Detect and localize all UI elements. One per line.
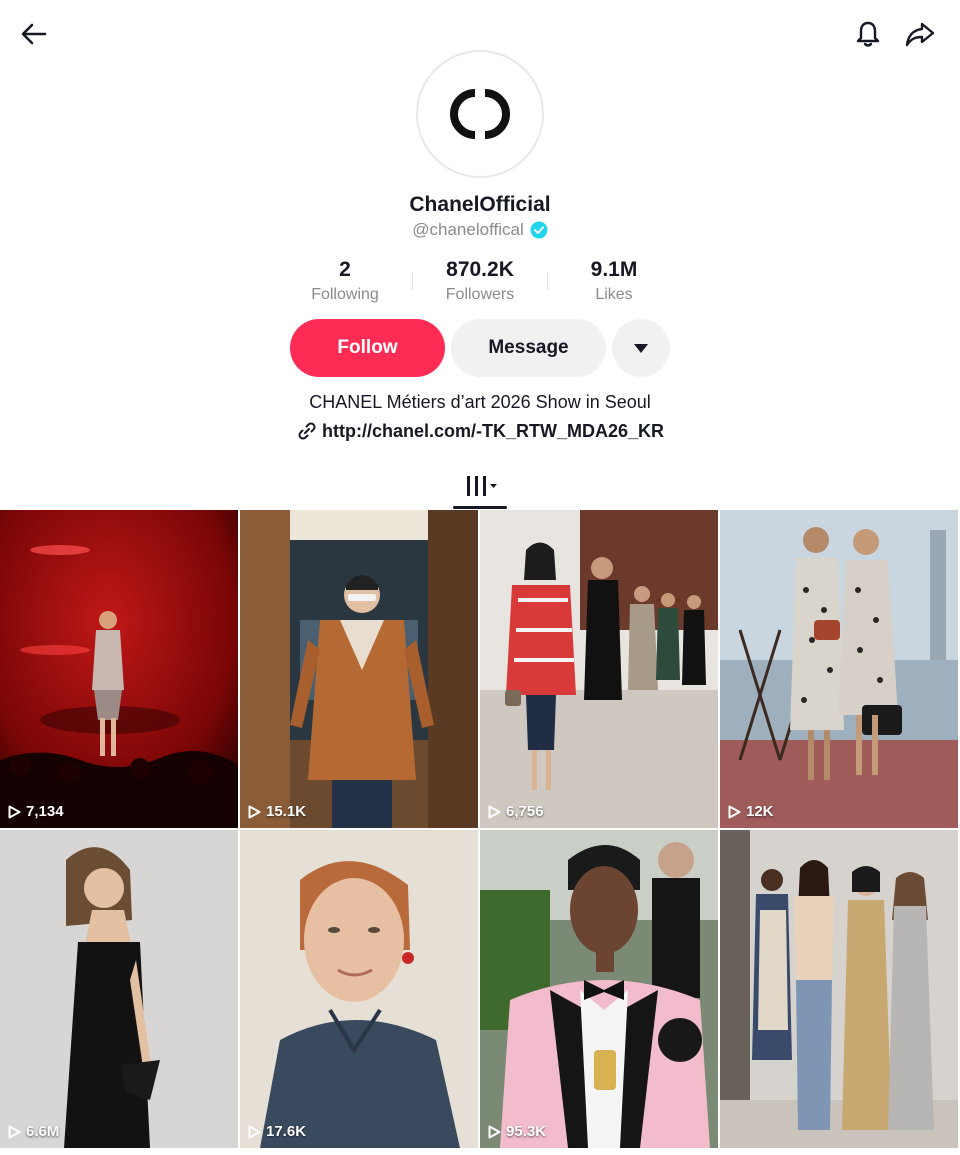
display-name: ChanelOfficial xyxy=(409,193,551,216)
link-icon xyxy=(298,422,316,440)
runway-thumbnail xyxy=(480,510,718,828)
view-count-text: 17.6K xyxy=(266,1123,307,1140)
message-button[interactable]: Message xyxy=(451,319,606,377)
followers-count: 870.2K xyxy=(446,258,514,281)
back-button[interactable] xyxy=(14,14,54,54)
content-tab-bar xyxy=(0,462,960,510)
black-gown-thumbnail xyxy=(0,830,238,1148)
stat-likes: 9.1M Likes xyxy=(544,258,684,304)
play-icon xyxy=(488,1125,501,1138)
view-count-text: 12K xyxy=(746,803,774,820)
video-thumbnail[interactable]: 12K xyxy=(720,510,958,828)
profile-stats: 2 Following 870.2K Followers 9.1M Likes xyxy=(0,258,960,308)
view-count-text: 6,756 xyxy=(506,803,544,820)
share-button[interactable] xyxy=(900,14,940,54)
following-label: Following xyxy=(311,286,379,303)
video-grid: 7,134 15.1K 6,756 12K 6.6M 17.6K 95.3K xyxy=(0,510,960,1155)
play-icon xyxy=(8,805,21,818)
likes-count: 9.1M xyxy=(590,258,638,281)
video-thumbnail[interactable]: 95.3K xyxy=(480,830,718,1148)
stat-followers[interactable]: 870.2K Followers xyxy=(410,258,550,304)
view-count-text: 95.3K xyxy=(506,1123,547,1140)
video-thumbnail[interactable]: 15.1K xyxy=(240,510,478,828)
play-icon xyxy=(248,805,261,818)
avatar[interactable] xyxy=(416,50,544,178)
bio-text: CHANEL Métiers d’art 2026 Show in Seoul xyxy=(309,392,651,412)
handle-row: @chaneloffical xyxy=(0,220,960,240)
bio-link-row: http://chanel.com/-TK_RTW_MDA26_KR xyxy=(0,420,960,442)
denim-portrait-thumbnail xyxy=(240,830,478,1148)
view-count: 7,134 xyxy=(8,803,64,820)
play-icon xyxy=(728,805,741,818)
verified-badge-icon xyxy=(530,221,548,239)
video-thumbnail[interactable]: 6,756 xyxy=(480,510,718,828)
view-count-text: 15.1K xyxy=(266,803,307,820)
likes-label: Likes xyxy=(595,286,633,303)
view-count: 6.6M xyxy=(8,1123,59,1140)
leopard-coats-thumbnail xyxy=(720,510,958,828)
stat-following[interactable]: 2 Following xyxy=(275,258,415,304)
stage-performer-thumbnail xyxy=(0,510,238,828)
active-tab-indicator xyxy=(453,506,507,509)
tweed-jacket-thumbnail xyxy=(240,510,478,828)
pink-tuxedo-thumbnail xyxy=(480,830,718,1148)
view-count: 17.6K xyxy=(248,1123,306,1140)
follow-button[interactable]: Follow xyxy=(290,319,445,377)
view-count: 6,756 xyxy=(488,803,544,820)
bio-link[interactable]: http://chanel.com/-TK_RTW_MDA26_KR xyxy=(322,421,664,442)
caret-down-icon xyxy=(634,344,648,353)
play-icon xyxy=(248,1125,261,1138)
arrow-left-icon xyxy=(21,23,47,45)
group-portrait-thumbnail xyxy=(720,830,958,1148)
play-icon xyxy=(8,1125,21,1138)
grid-bars-icon xyxy=(467,476,497,496)
notification-button[interactable] xyxy=(848,14,888,54)
video-thumbnail[interactable]: 7,134 xyxy=(0,510,238,828)
profile-actions: Follow Message xyxy=(0,319,960,377)
video-thumbnail[interactable]: 17.6K xyxy=(240,830,478,1148)
followers-label: Followers xyxy=(445,286,515,303)
following-count: 2 xyxy=(339,258,351,281)
view-count: 95.3K xyxy=(488,1123,546,1140)
view-count-text: 6.6M xyxy=(26,1123,60,1140)
play-icon xyxy=(488,805,501,818)
more-options-button[interactable] xyxy=(612,319,670,377)
username-handle: @chaneloffical xyxy=(412,220,524,239)
view-count: 15.1K xyxy=(248,803,306,820)
video-thumbnail[interactable]: 6.6M xyxy=(0,830,238,1148)
chanel-cc-logo xyxy=(450,89,510,139)
tab-videos[interactable] xyxy=(454,466,506,506)
view-count: 12K xyxy=(728,803,774,820)
view-count-text: 7,134 xyxy=(26,803,64,820)
bell-icon xyxy=(856,21,880,47)
video-thumbnail[interactable] xyxy=(720,830,958,1148)
share-arrow-icon xyxy=(905,22,935,47)
